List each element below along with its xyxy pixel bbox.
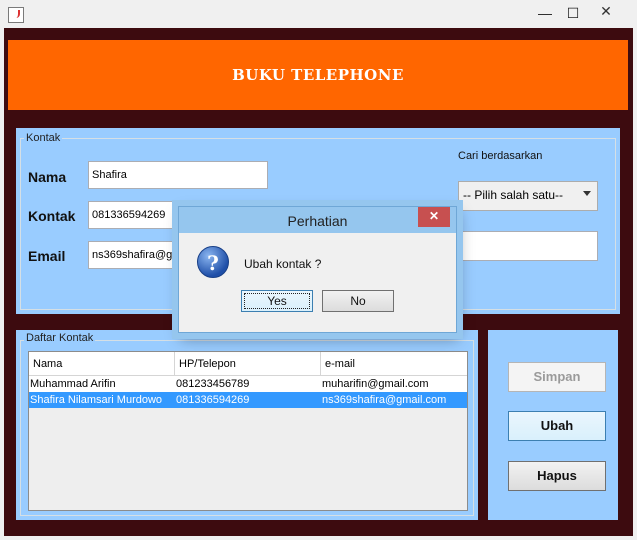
- dialog-message: Ubah kontak ?: [244, 257, 322, 271]
- window-close-button[interactable]: ✕: [582, 0, 630, 22]
- ubah-button[interactable]: Ubah: [508, 411, 606, 441]
- kontak-group-title: Kontak: [24, 132, 63, 144]
- cell-nama: Shafira Nilamsari Murdowo: [30, 394, 163, 406]
- hapus-button[interactable]: Hapus: [508, 461, 606, 491]
- nama-label: Nama: [28, 169, 67, 185]
- kontak-label: Kontak: [28, 208, 76, 224]
- chevron-down-icon: [583, 191, 591, 196]
- app-title: BUKU TELEPHONE: [232, 66, 404, 84]
- java-app-icon: [8, 7, 24, 23]
- search-criteria-select[interactable]: -- Pilih salah satu--: [458, 181, 598, 211]
- column-header-email[interactable]: e-mail: [321, 352, 467, 376]
- yes-button[interactable]: Yes: [241, 290, 313, 312]
- column-header-nama[interactable]: Nama: [29, 352, 175, 376]
- daftar-group-title: Daftar Kontak: [24, 332, 96, 344]
- contacts-table[interactable]: Nama HP/Telepon e-mail Muhammad Arifin 0…: [28, 351, 468, 511]
- email-label: Email: [28, 248, 66, 264]
- cell-email: muharifin@gmail.com: [322, 378, 429, 390]
- simpan-button[interactable]: Simpan: [508, 362, 606, 392]
- dialog-title: Perhatian: [287, 213, 348, 229]
- minimize-button[interactable]: —: [532, 4, 558, 24]
- dialog-body: [186, 233, 451, 327]
- search-select-value: -- Pilih salah satu--: [463, 188, 564, 202]
- nama-field[interactable]: Shafira: [88, 161, 268, 189]
- column-header-telepon[interactable]: HP/Telepon: [175, 352, 321, 376]
- search-input[interactable]: [458, 231, 598, 261]
- cell-telepon: 081233456789: [176, 378, 250, 390]
- table-row-selected[interactable]: Shafira Nilamsari Murdowo 081336594269 n…: [29, 392, 467, 408]
- cell-telepon: 081336594269: [176, 394, 250, 406]
- cell-email: ns369shafira@gmail.com: [322, 394, 447, 406]
- question-icon: ?: [197, 246, 229, 278]
- table-row[interactable]: Muhammad Arifin 081233456789 muharifin@g…: [29, 376, 467, 392]
- cell-nama: Muhammad Arifin: [30, 378, 116, 390]
- search-label: Cari berdasarkan: [458, 150, 543, 162]
- dialog-close-button[interactable]: ✕: [418, 207, 450, 227]
- no-button[interactable]: No: [322, 290, 394, 312]
